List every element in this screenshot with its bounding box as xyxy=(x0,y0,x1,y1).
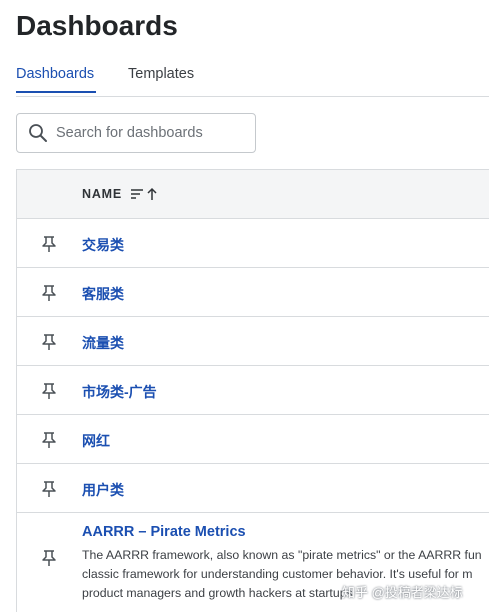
page-title: Dashboards xyxy=(16,10,178,41)
pin-icon[interactable] xyxy=(41,235,57,253)
name-column-label: NAME xyxy=(82,187,123,201)
watermark: 知乎 @投稿者梁达标 xyxy=(342,585,463,600)
table-row[interactable]: 用户类 xyxy=(17,464,489,513)
pin-icon[interactable] xyxy=(41,382,57,400)
tab-templates[interactable]: Templates xyxy=(128,66,194,91)
dashboard-link[interactable]: 网红 xyxy=(82,431,110,451)
pin-icon[interactable] xyxy=(41,333,57,351)
dashboard-link[interactable]: 市场类-广告 xyxy=(82,382,157,402)
pin-icon[interactable] xyxy=(41,549,57,567)
dashboard-link[interactable]: 交易类 xyxy=(82,235,124,255)
table-row[interactable]: 流量类 xyxy=(17,317,489,366)
dashboard-link[interactable]: 用户类 xyxy=(82,480,124,500)
search-input[interactable] xyxy=(56,125,236,141)
tab-bar: Dashboards Templates xyxy=(16,64,489,97)
table-row[interactable]: 网红 xyxy=(17,415,489,464)
tab-dashboards[interactable]: Dashboards xyxy=(16,66,96,93)
dashboards-table: NAME 交易类 客服类 流量类 市场类-广告 网红 用户类 AARRR – P… xyxy=(16,169,489,612)
sort-ascending-icon[interactable] xyxy=(130,187,158,201)
dashboard-link[interactable]: 客服类 xyxy=(82,284,124,304)
table-row[interactable]: 客服类 xyxy=(17,268,489,317)
dashboard-link[interactable]: 流量类 xyxy=(82,333,124,353)
pin-icon[interactable] xyxy=(41,431,57,449)
dashboard-link[interactable]: AARRR – Pirate Metrics xyxy=(82,524,246,540)
table-row[interactable]: 交易类 xyxy=(17,219,489,268)
description-line: The AARRR framework, also known as "pira… xyxy=(82,548,482,562)
pin-icon[interactable] xyxy=(41,480,57,498)
table-row[interactable]: 市场类-广告 xyxy=(17,366,489,415)
table-header: NAME xyxy=(17,170,489,219)
search-box[interactable] xyxy=(16,113,256,153)
search-icon xyxy=(28,123,48,143)
name-column-header[interactable]: NAME xyxy=(82,187,158,201)
pin-icon[interactable] xyxy=(41,284,57,302)
